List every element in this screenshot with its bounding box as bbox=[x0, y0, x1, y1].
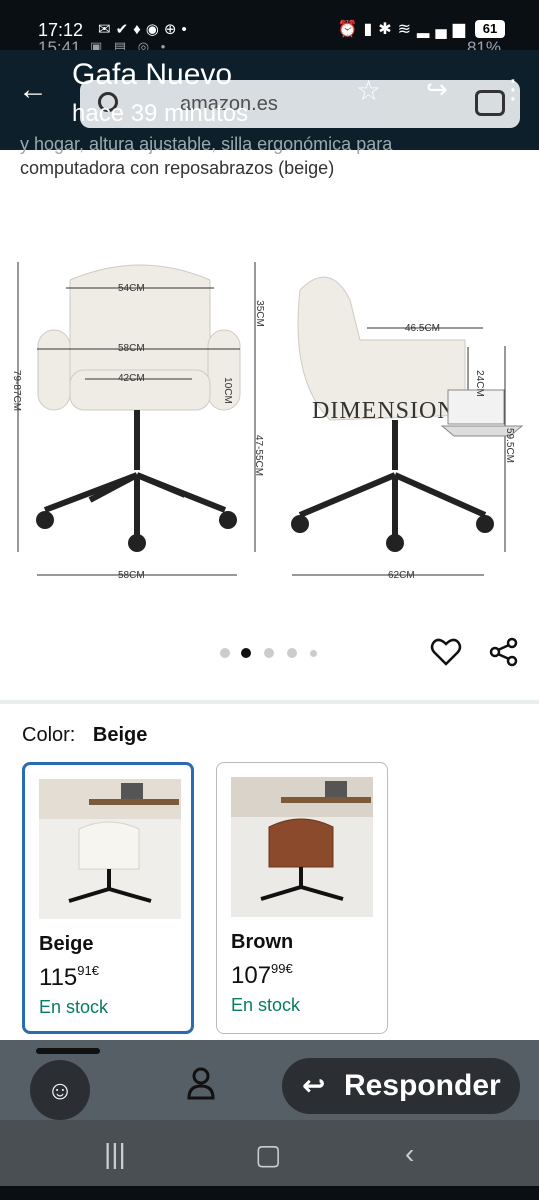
reply-arrow-icon: ↩ bbox=[302, 1070, 326, 1101]
option-stock: En stock bbox=[39, 997, 109, 1017]
carousel-dot[interactable] bbox=[310, 650, 317, 657]
option-price: 11591€ bbox=[39, 963, 99, 991]
carousel-dot[interactable] bbox=[287, 648, 297, 658]
product-title-faded: y hogar, altura ajustable, silla ergonóm… bbox=[20, 134, 393, 154]
recent-apps-icon[interactable]: ||| bbox=[104, 1138, 126, 1170]
measure-side-depth-top: 46.5CM bbox=[405, 323, 441, 334]
section-divider bbox=[0, 700, 539, 704]
back-icon[interactable]: ‹ bbox=[405, 1138, 414, 1170]
back-arrow-icon[interactable]: ← bbox=[18, 72, 54, 108]
color-value: Beige bbox=[92, 724, 148, 746]
measure-front-width-mid: 58CM bbox=[118, 343, 145, 354]
color-option-beige[interactable]: Beige 11591€ En stock bbox=[22, 762, 194, 1034]
measure-front-base-width: 58CM bbox=[118, 570, 145, 581]
carousel-dot[interactable] bbox=[264, 648, 274, 658]
reply-label: Responder bbox=[344, 1069, 501, 1102]
drag-handle[interactable] bbox=[36, 1048, 100, 1054]
heart-icon[interactable] bbox=[430, 636, 462, 668]
bottom-strip bbox=[0, 1186, 539, 1200]
measure-front-width-top: 54CM bbox=[118, 283, 145, 294]
battery-icon: 61 bbox=[475, 20, 505, 38]
carousel-dot-active[interactable] bbox=[241, 648, 251, 658]
measure-front-width-inner: 42CM bbox=[118, 373, 145, 384]
option-stock: En stock bbox=[231, 995, 301, 1015]
brown-chair-thumbnail bbox=[231, 777, 373, 917]
product-title-line: computadora con reposabrazos (beige) bbox=[20, 158, 335, 178]
measure-front-height-total: 79-87CM bbox=[11, 369, 23, 412]
measure-front-height-cushion: 10CM bbox=[221, 377, 233, 404]
system-icons: ⏰▮✱≋▂▄▆ bbox=[337, 21, 471, 38]
star-icon[interactable]: ☆ bbox=[356, 74, 381, 107]
carousel-dot[interactable] bbox=[220, 648, 230, 658]
notification-icons: ✉✔♦◉⊕• bbox=[98, 21, 192, 38]
measure-side-height: 59.5CM bbox=[504, 427, 516, 464]
front-base bbox=[43, 410, 227, 535]
notification-title: Gafa Nuevo bbox=[72, 58, 233, 91]
color-label: Color: bbox=[22, 724, 76, 746]
measure-front-height-base: 47-55CM bbox=[253, 434, 265, 477]
option-name: Brown bbox=[231, 931, 294, 953]
measure-side-height-arm: 24CM bbox=[473, 370, 485, 397]
more-menu-icon[interactable]: ⋮ bbox=[500, 74, 526, 105]
measure-side-base-width: 62CM bbox=[388, 570, 415, 581]
share-icon[interactable] bbox=[488, 636, 520, 668]
color-option-brown[interactable]: Brown 10799€ En stock bbox=[216, 762, 388, 1034]
product-title: y hogar, altura ajustable, silla ergonóm… bbox=[20, 132, 520, 180]
reply-button[interactable]: ↩ Responder bbox=[282, 1058, 520, 1114]
notification-subtitle: hace 39 minutos bbox=[72, 100, 249, 127]
measure-front-height-arm: 35CM bbox=[253, 300, 265, 327]
home-icon[interactable]: ▢ bbox=[255, 1138, 281, 1171]
beige-chair-thumbnail bbox=[39, 779, 181, 919]
forward-icon[interactable]: ↪ bbox=[426, 74, 448, 105]
option-price: 10799€ bbox=[231, 961, 293, 989]
color-selector-label: Color: Beige bbox=[22, 724, 147, 747]
person-icon[interactable] bbox=[186, 1066, 216, 1100]
product-image[interactable]: DIMENSIONS 54CM 58CM 42CM 35CM 10CM 79-8… bbox=[0, 190, 539, 600]
emoji-reaction-button[interactable]: ☺ bbox=[30, 1060, 90, 1120]
option-name: Beige bbox=[39, 933, 94, 955]
reply-bar: ☺ ↩ Responder bbox=[0, 1040, 539, 1120]
